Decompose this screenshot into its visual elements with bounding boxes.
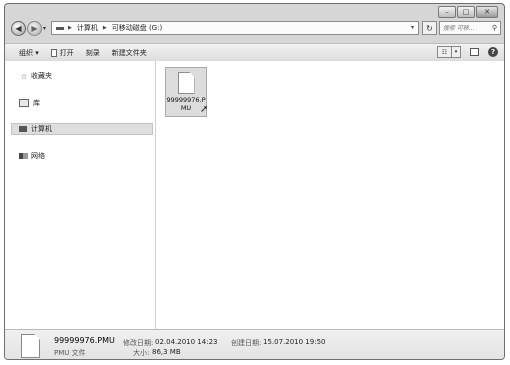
nav-item-label: 计算机 (31, 125, 52, 133)
open-label: 打开 (59, 48, 74, 57)
file-type: PMU 文件 (54, 349, 86, 357)
modified-label: 修改日期: (123, 339, 154, 347)
network-icon (19, 153, 28, 159)
created-value: 15.07.2010 19:50 (263, 338, 326, 346)
star-icon: ☆ (20, 71, 28, 81)
view-icon: ☷ (441, 48, 448, 56)
preview-pane-icon[interactable] (470, 48, 479, 56)
recent-pages-dropdown-icon[interactable]: ▾ (43, 25, 46, 32)
nav-item-network[interactable]: 网络 (19, 150, 45, 162)
close-button[interactable]: ✕ (476, 6, 498, 18)
organize-button[interactable]: 组织 ▾ (19, 48, 39, 58)
nav-item-label: 收藏夹 (31, 72, 52, 80)
forward-button[interactable]: ▶ (27, 21, 42, 36)
breadcrumb-separator-icon[interactable]: ▶ (103, 25, 107, 31)
mouse-cursor-icon: ➚ (200, 104, 209, 115)
toolbar-right-group: ☷ ▾ ? (437, 46, 498, 58)
computer-icon (19, 126, 27, 132)
minimize-button[interactable]: – (438, 6, 456, 18)
drive-icon (56, 26, 64, 30)
nav-item-computer[interactable]: 计算机 (11, 123, 153, 135)
open-button[interactable]: 打开 (50, 48, 74, 58)
document-icon (21, 334, 40, 358)
size-label: 大小: (133, 349, 150, 357)
size-value: 86,3 MB (152, 348, 181, 356)
breadcrumb-removable-disk[interactable]: 可移动磁盘 (G:) (112, 23, 162, 33)
view-options-dropdown-icon[interactable]: ▾ (452, 46, 461, 58)
back-arrow-icon: ◀ (15, 24, 22, 33)
back-button[interactable]: ◀ (11, 21, 26, 36)
search-icon[interactable]: ⚲ (492, 24, 497, 32)
help-icon[interactable]: ? (488, 47, 498, 57)
new-folder-button[interactable]: 新建文件夹 (112, 48, 147, 58)
maximize-button[interactable]: □ (457, 6, 475, 18)
created-label: 创建日期: (231, 339, 262, 347)
refresh-icon: ↻ (426, 23, 433, 33)
forward-arrow-icon: ▶ (31, 24, 38, 33)
file-list-area[interactable]: 99999976.PMU ➚ (156, 61, 504, 329)
burn-button[interactable]: 刻录 (86, 48, 100, 58)
nav-item-libraries[interactable]: 库 (19, 97, 40, 109)
search-input[interactable] (443, 24, 487, 32)
navigation-pane: ☆ 收藏夹 库 计算机 网络 (5, 61, 156, 329)
command-bar: 组织 ▾ 打开 刻录 新建文件夹 ☷ ▾ ? (5, 43, 504, 62)
details-file-name: 99999976.PMU (54, 336, 115, 345)
nav-item-label: 库 (33, 99, 40, 107)
explorer-window: – □ ✕ ◀ ▶ ▾ ▶ 计算机 ▶ 可移动磁盘 (G:) ▾ ↻ ⚲ 组织 … (4, 3, 505, 360)
search-box[interactable]: ⚲ (439, 21, 501, 35)
document-icon (177, 72, 195, 94)
nav-item-favorites[interactable]: ☆ 收藏夹 (19, 70, 52, 82)
address-dropdown-icon[interactable]: ▾ (411, 24, 414, 31)
refresh-button[interactable]: ↻ (422, 21, 437, 35)
breadcrumb-separator-icon[interactable]: ▶ (68, 25, 72, 31)
nav-item-label: 网络 (31, 152, 45, 160)
change-view-button[interactable]: ☷ (437, 46, 452, 58)
library-icon (19, 99, 29, 107)
address-bar[interactable]: ▶ 计算机 ▶ 可移动磁盘 (G:) ▾ (51, 21, 419, 35)
open-file-icon (50, 48, 57, 57)
details-pane: 99999976.PMU 修改日期: 02.04.2010 14:23 创建日期… (5, 329, 504, 359)
breadcrumb-computer[interactable]: 计算机 (77, 23, 98, 33)
address-row: ◀ ▶ ▾ ▶ 计算机 ▶ 可移动磁盘 (G:) ▾ ↻ ⚲ (9, 19, 501, 39)
caption-buttons: – □ ✕ (437, 6, 498, 18)
modified-value: 02.04.2010 14:23 (155, 338, 218, 346)
